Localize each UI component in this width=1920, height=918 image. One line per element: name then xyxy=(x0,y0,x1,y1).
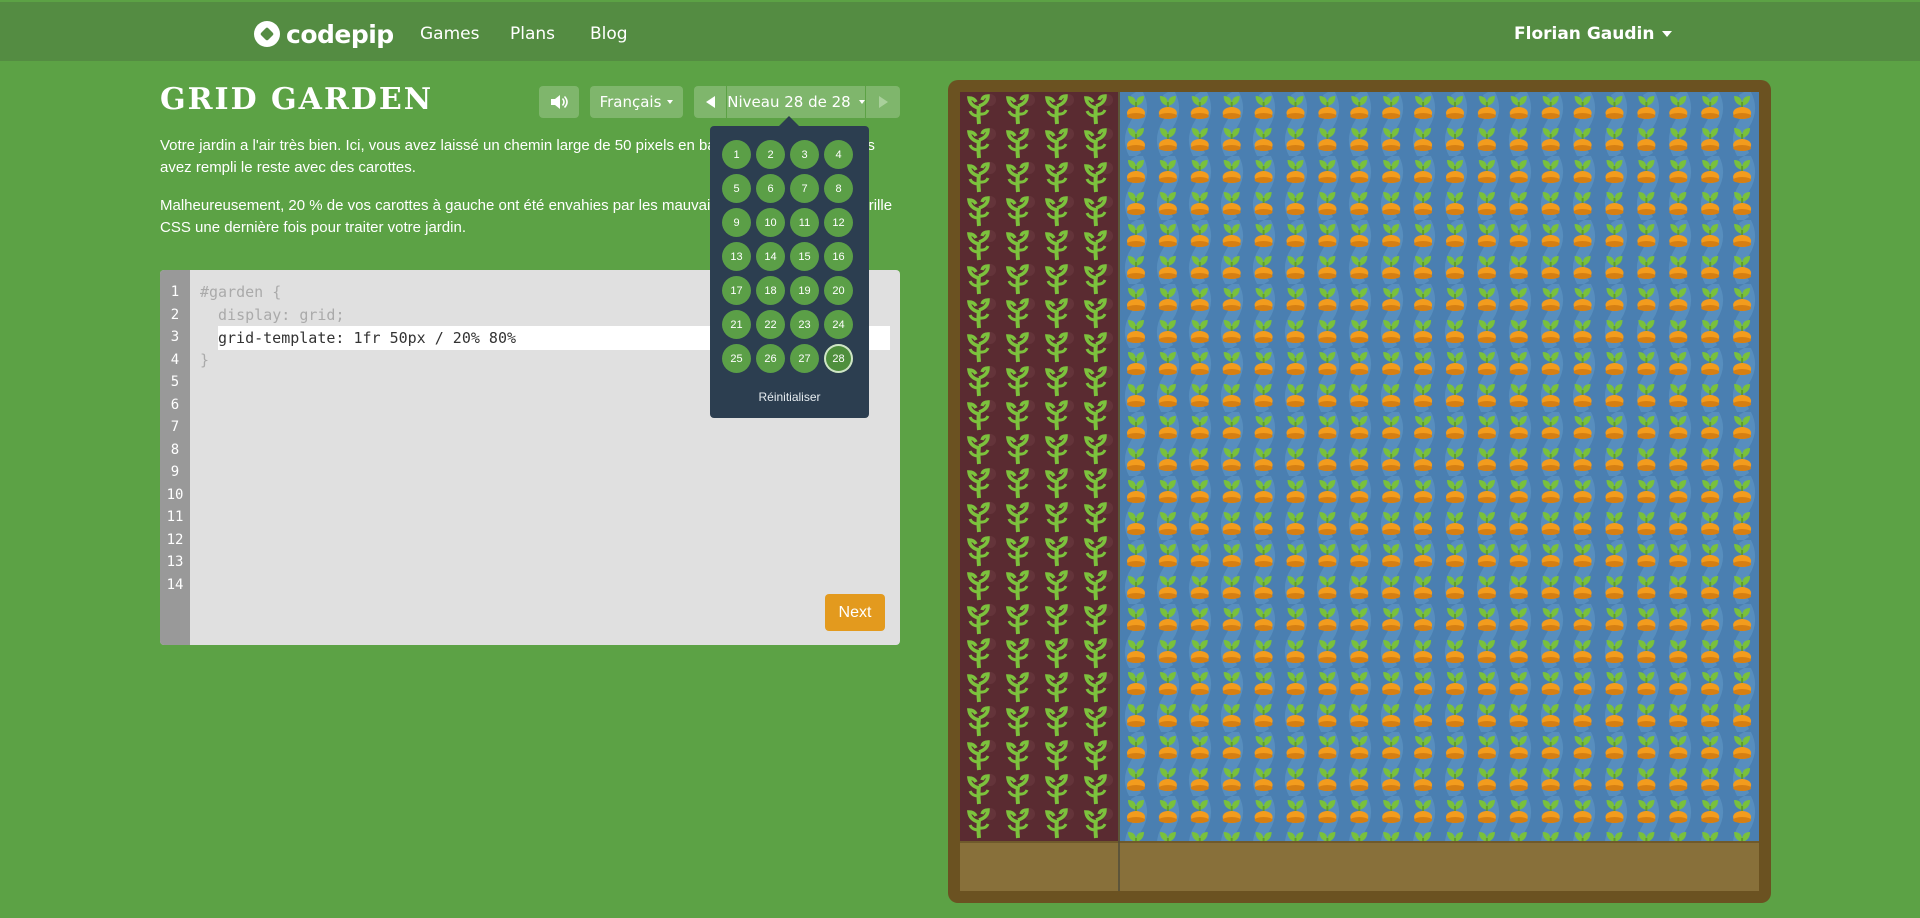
level-button[interactable]: 7 xyxy=(790,174,819,203)
line-number: 7 xyxy=(170,419,180,435)
level-indicator: Niveau 28 de 28 xyxy=(727,93,851,111)
level-button[interactable]: 3 xyxy=(790,140,819,169)
level-button[interactable]: 17 xyxy=(722,276,751,305)
level-button[interactable]: 23 xyxy=(790,310,819,339)
line-number: 5 xyxy=(170,374,180,390)
arrow-right-icon xyxy=(878,96,888,108)
line-number: 2 xyxy=(170,306,180,323)
line-number-gutter: 1 2 3 4 5 6 7 8 9 10 11 12 13 14 xyxy=(160,270,190,645)
level-button[interactable]: 16 xyxy=(824,242,853,271)
user-menu[interactable]: Florian Gaudin xyxy=(1514,24,1673,44)
logo-text: codepip xyxy=(286,19,394,49)
language-select[interactable]: Français xyxy=(590,86,683,118)
arrow-left-icon xyxy=(705,96,715,108)
level-button-current[interactable]: 28 xyxy=(824,344,853,373)
language-label: Français xyxy=(599,93,662,111)
next-level-button[interactable] xyxy=(866,86,900,118)
carrots-area xyxy=(1120,92,1759,841)
line-number: 1 xyxy=(170,284,180,300)
caret-down-icon xyxy=(858,100,865,104)
line-number: 4 xyxy=(170,351,180,368)
sound-toggle-button[interactable] xyxy=(539,86,579,118)
level-button[interactable]: 20 xyxy=(824,276,853,305)
level-button[interactable]: 6 xyxy=(756,174,785,203)
level-button[interactable]: 2 xyxy=(756,140,785,169)
line-number: 11 xyxy=(166,509,184,525)
codepip-logo[interactable]: codepip xyxy=(254,18,394,50)
level-button[interactable]: 19 xyxy=(790,276,819,305)
level-button[interactable]: 14 xyxy=(756,242,785,271)
level-button[interactable]: 25 xyxy=(722,344,751,373)
line-number: 9 xyxy=(170,464,180,480)
carrots-pattern xyxy=(1120,92,1759,841)
level-button[interactable]: 4 xyxy=(824,140,853,169)
level-button[interactable]: 8 xyxy=(824,174,853,203)
level-button[interactable]: 13 xyxy=(722,242,751,271)
reset-progress-link[interactable]: Réinitialiser xyxy=(710,390,869,404)
level-button[interactable]: 11 xyxy=(790,208,819,237)
level-button[interactable]: 21 xyxy=(722,310,751,339)
popover-arrow xyxy=(779,116,799,126)
dirt-path xyxy=(960,841,1759,891)
level-button[interactable]: 10 xyxy=(756,208,785,237)
user-name: Florian Gaudin xyxy=(1514,24,1655,44)
line-number: 10 xyxy=(166,486,184,503)
grid-column-line xyxy=(1118,92,1120,891)
page-title: GRID GARDEN xyxy=(160,82,434,117)
line-number: 12 xyxy=(166,531,184,548)
level-popover: 1 2 3 4 5 6 7 8 9 10 11 12 13 14 15 16 1… xyxy=(710,126,869,418)
line-number: 8 xyxy=(170,441,180,458)
level-button[interactable]: 22 xyxy=(756,310,785,339)
nav-games-link[interactable]: Games xyxy=(420,24,479,44)
chevron-down-icon xyxy=(1662,31,1673,37)
speaker-icon xyxy=(551,95,568,109)
level-grid: 1 2 3 4 5 6 7 8 9 10 11 12 13 14 15 16 1… xyxy=(722,140,853,373)
line-number: 14 xyxy=(166,576,184,593)
level-selector-button[interactable]: Niveau 28 de 28 xyxy=(727,86,865,118)
garden xyxy=(960,92,1759,891)
previous-level-button[interactable] xyxy=(694,86,726,118)
nav-plans-link[interactable]: Plans xyxy=(510,24,555,44)
line-number: 3 xyxy=(170,329,180,345)
level-button[interactable]: 9 xyxy=(722,208,751,237)
weeds-pattern xyxy=(960,92,1118,841)
line-number: 13 xyxy=(166,554,184,570)
weeds-area xyxy=(960,92,1118,841)
level-button[interactable]: 24 xyxy=(824,310,853,339)
nav-blog-link[interactable]: Blog xyxy=(590,24,628,44)
level-button[interactable]: 1 xyxy=(722,140,751,169)
level-button[interactable]: 26 xyxy=(756,344,785,373)
level-button[interactable]: 27 xyxy=(790,344,819,373)
level-button[interactable]: 5 xyxy=(722,174,751,203)
codepip-logo-icon xyxy=(254,21,280,47)
caret-down-icon xyxy=(667,100,674,104)
level-button[interactable]: 18 xyxy=(756,276,785,305)
level-button[interactable]: 12 xyxy=(824,208,853,237)
level-button[interactable]: 15 xyxy=(790,242,819,271)
next-button[interactable]: Next xyxy=(825,594,885,631)
line-number: 6 xyxy=(170,396,180,413)
top-navbar: codepip Games Plans Blog Florian Gaudin xyxy=(0,2,1920,61)
